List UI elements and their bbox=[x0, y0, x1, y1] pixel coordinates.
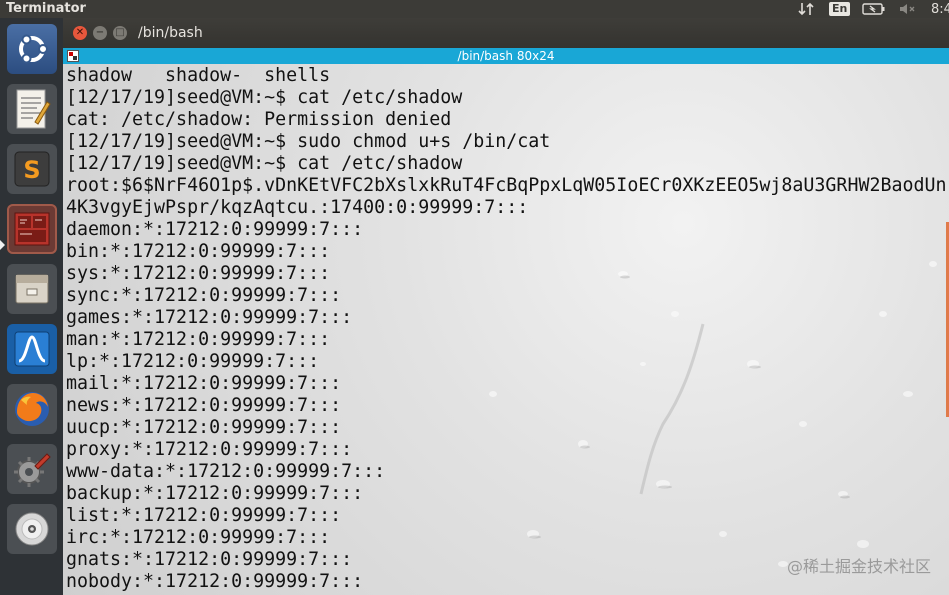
terminal-line: shadow shadow- shells bbox=[66, 65, 331, 86]
keyboard-language-indicator[interactable]: En bbox=[829, 2, 851, 16]
terminal-line: sync:*:17212:0:99999:7::: bbox=[66, 285, 342, 306]
terminal-line: daemon:*:17212:0:99999:7::: bbox=[66, 219, 364, 240]
watermark-text: @稀土掘金技术社区 bbox=[786, 557, 931, 576]
terminal-line: list:*:17212:0:99999:7::: bbox=[66, 505, 342, 526]
terminal-line: games:*:17212:0:99999:7::: bbox=[66, 307, 353, 328]
maximize-window-button[interactable]: □ bbox=[113, 26, 127, 40]
active-app-title: Terminator bbox=[6, 1, 86, 16]
text-editor-icon[interactable] bbox=[7, 84, 57, 134]
terminal-line: cat: /etc/shadow: Permission denied bbox=[66, 109, 452, 130]
terminal-line: [12/17/19]seed@VM:~$ sudo chmod u+s /bin… bbox=[66, 131, 551, 152]
terminal-line: backup:*:17212:0:99999:7::: bbox=[66, 483, 364, 504]
terminal-header-title: /bin/bash 80x24 bbox=[457, 49, 555, 63]
clock[interactable]: 8:4 bbox=[931, 2, 949, 17]
svg-text:S: S bbox=[23, 156, 40, 184]
battery-icon[interactable] bbox=[862, 0, 886, 18]
file-manager-icon[interactable] bbox=[7, 264, 57, 314]
terminal-line: nobody:*:17212:0:99999:7::: bbox=[66, 571, 364, 592]
top-panel: Terminator En 8:4 bbox=[0, 0, 949, 18]
terminal-line: proxy:*:17212:0:99999:7::: bbox=[66, 439, 353, 460]
dvd-icon[interactable] bbox=[7, 504, 57, 554]
terminator-icon[interactable] bbox=[7, 204, 57, 254]
active-app-indicator bbox=[0, 240, 5, 250]
terminal-line: lp:*:17212:0:99999:7::: bbox=[66, 351, 320, 372]
terminal-line: irc:*:17212:0:99999:7::: bbox=[66, 527, 331, 548]
terminal-line: man:*:17212:0:99999:7::: bbox=[66, 329, 331, 350]
window-titlebar[interactable]: ✕ − □ /bin/bash bbox=[63, 18, 949, 48]
terminal-output[interactable]: shadow shadow- shells [12/17/19]seed@VM:~… bbox=[63, 64, 949, 595]
terminal-line: gnats:*:17212:0:99999:7::: bbox=[66, 549, 353, 570]
terminal-line: uucp:*:17212:0:99999:7::: bbox=[66, 417, 342, 438]
terminal-line: news:*:17212:0:99999:7::: bbox=[66, 395, 342, 416]
terminal-line: 4K3vgyEjwPspr/kqzAqtcu.:17400:0:99999:7:… bbox=[66, 197, 529, 218]
terminal-line: [12/17/19]seed@VM:~$ cat /etc/shadow bbox=[66, 153, 463, 174]
close-window-button[interactable]: ✕ bbox=[73, 26, 87, 40]
sublime-text-icon[interactable]: S bbox=[7, 144, 57, 194]
terminal-header[interactable]: /bin/bash 80x24 bbox=[63, 48, 949, 64]
launcher: S bbox=[0, 18, 63, 595]
terminal-line: www-data:*:17212:0:99999:7::: bbox=[66, 461, 386, 482]
minimize-window-button[interactable]: − bbox=[93, 26, 107, 40]
ubuntu-dash-icon[interactable] bbox=[7, 24, 57, 74]
network-icon[interactable] bbox=[798, 0, 814, 18]
wireshark-icon[interactable] bbox=[7, 324, 57, 374]
terminal-line: root:$6$NrF46O1p$.vDnKEtVFC2bXslxkRuT4Fc… bbox=[66, 175, 947, 196]
terminal-line: sys:*:17212:0:99999:7::: bbox=[66, 263, 331, 284]
terminal-line: mail:*:17212:0:99999:7::: bbox=[66, 373, 342, 394]
firefox-icon[interactable] bbox=[7, 384, 57, 434]
terminal-line: bin:*:17212:0:99999:7::: bbox=[66, 241, 331, 262]
system-settings-icon[interactable] bbox=[7, 444, 57, 494]
window-title: /bin/bash bbox=[138, 25, 203, 41]
terminal-line: [12/17/19]seed@VM:~$ cat /etc/shadow bbox=[66, 87, 463, 108]
volume-muted-icon[interactable] bbox=[898, 0, 916, 18]
